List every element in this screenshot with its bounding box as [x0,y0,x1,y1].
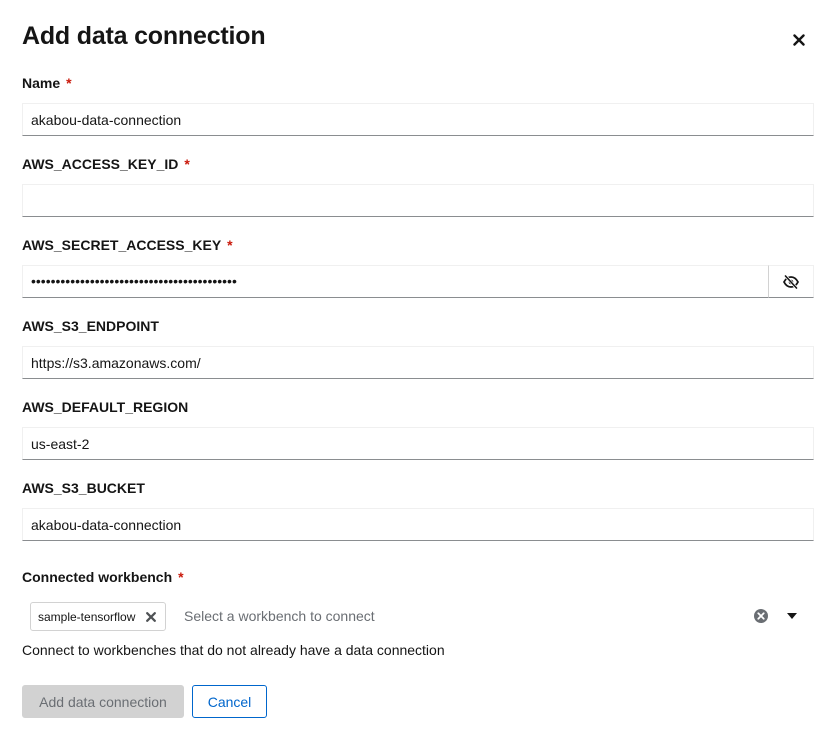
region-label: AWS_DEFAULT_REGION [22,399,189,415]
eye-slash-icon [783,274,799,289]
remove-chip-button[interactable] [145,611,157,623]
secret-key-masked-value: ••••••••••••••••••••••••••••••••••••••••… [31,273,237,289]
add-data-connection-button[interactable]: Add data connection [22,685,184,718]
endpoint-input[interactable] [22,346,814,379]
required-marker: * [66,75,72,91]
toggle-password-visibility-button[interactable] [768,265,814,298]
required-marker: * [184,156,190,172]
bucket-label: AWS_S3_BUCKET [22,480,145,496]
region-input[interactable] [22,427,814,460]
name-input[interactable] [22,103,814,136]
times-circle-icon [754,609,768,623]
workbench-helper-text: Connect to workbenches that do not alrea… [22,642,445,658]
modal-title: Add data connection [22,22,266,50]
close-button[interactable] [787,28,811,52]
workbench-chip: sample-tensorflow [30,602,167,631]
close-icon [146,611,157,622]
required-marker: * [227,237,233,253]
required-marker: * [178,569,184,585]
close-icon [793,34,805,46]
secret-key-input[interactable]: ••••••••••••••••••••••••••••••••••••••••… [22,265,769,298]
caret-down-icon [787,613,797,619]
workbench-chip-label: sample-tensorflow [38,609,136,624]
bucket-input[interactable] [22,508,814,541]
endpoint-label: AWS_S3_ENDPOINT [22,318,159,334]
cancel-button[interactable]: Cancel [192,685,267,718]
name-label: Name * [22,75,72,91]
workbench-select[interactable]: sample-tensorflow Select a workbench to … [22,599,814,633]
workbench-label: Connected workbench * [22,569,184,585]
secret-key-label: AWS_SECRET_ACCESS_KEY * [22,237,233,253]
select-toggle-button[interactable] [784,607,800,625]
access-key-input[interactable] [22,184,814,217]
add-data-connection-modal: Add data connection Name* AWS_ACCESS_KEY… [0,0,838,740]
clear-selection-button[interactable] [753,608,769,624]
workbench-select-placeholder[interactable]: Select a workbench to connect [184,608,375,624]
access-key-label: AWS_ACCESS_KEY_ID * [22,156,190,172]
